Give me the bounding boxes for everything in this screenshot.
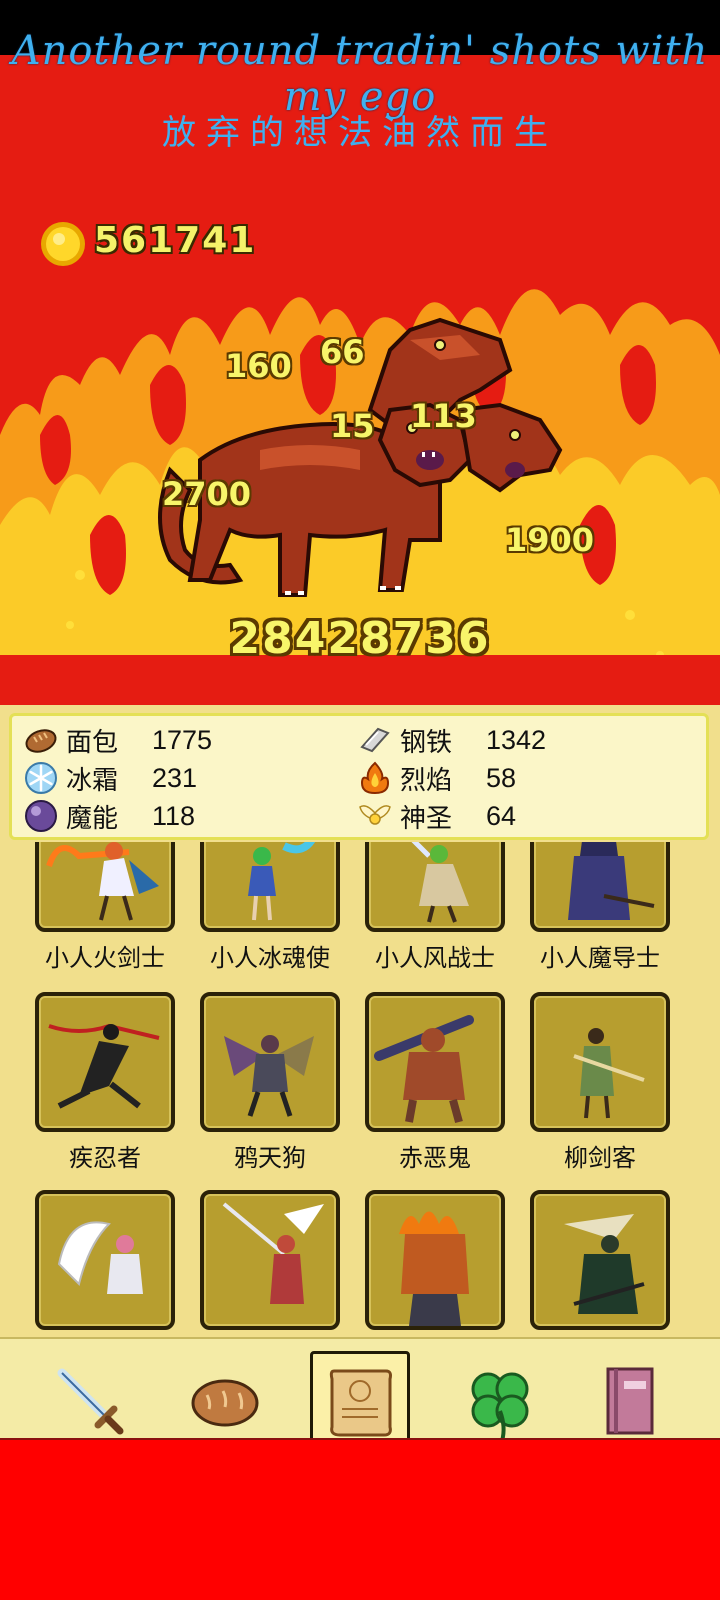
hero-name: 赤恶鬼 — [399, 1144, 471, 1172]
resource-magic: 魔能 118 — [24, 797, 195, 835]
damage-number: 2700 — [162, 475, 252, 513]
hero-name: 小人火剑士 — [45, 944, 165, 972]
resource-value: 231 — [152, 762, 198, 793]
hero-valkyrie-portrait — [222, 1202, 324, 1304]
gold-amount: 561741 — [94, 220, 257, 261]
hero-name: 小人冰魂使 — [210, 944, 330, 972]
hero-card-crow-tengu[interactable] — [200, 992, 340, 1132]
hero-card-swift-ninja[interactable] — [35, 992, 175, 1132]
hero-card-wind-warrior[interactable] — [365, 842, 505, 932]
hero-card-ice-soul-mage[interactable] — [200, 842, 340, 932]
snowflake-icon — [25, 762, 57, 794]
resource-steel: 钢铁 1342 — [358, 721, 546, 759]
boss-hp-counter: 28428736 — [229, 613, 491, 664]
resource-name: 面包 — [66, 727, 119, 758]
bottom-nav-bar — [0, 1337, 720, 1451]
damage-number: 160 — [225, 347, 292, 385]
steel-ingot-icon — [360, 727, 390, 753]
hero-name: 鸦天狗 — [234, 1144, 306, 1172]
damage-number: 113 — [410, 397, 477, 435]
flame-icon — [360, 761, 390, 795]
hero-card-red-demon[interactable] — [365, 992, 505, 1132]
bread-icon — [25, 729, 57, 753]
damage-number: 1900 — [505, 521, 595, 559]
hero-card-fire-swordsman[interactable] — [35, 842, 175, 932]
hero-winged-angel-portrait — [57, 1221, 143, 1294]
lyric-line-2: 放弃的想法油然而生 — [162, 113, 558, 153]
hero-willow-swordsman-portrait — [573, 1028, 645, 1119]
resource-name: 冰霜 — [66, 765, 119, 796]
resource-holy: 神圣 64 — [358, 797, 516, 835]
resources-panel: 面包 1775 钢铁 1342 冰霜 231 烈焰 58 魔能 118 神圣 6… — [9, 713, 709, 840]
hero-lava-golem-portrait — [399, 1211, 469, 1326]
hero-swift-ninja-portrait — [48, 1023, 160, 1109]
hero-name: 疾忍者 — [69, 1144, 141, 1172]
resource-name: 神圣 — [400, 803, 453, 834]
resource-value: 118 — [152, 800, 196, 831]
nav-bread-icon[interactable] — [175, 1351, 275, 1451]
damage-number: 66 — [320, 333, 365, 371]
hero-magic-guide-portrait — [568, 842, 655, 920]
hero-red-demon-portrait — [374, 1015, 474, 1124]
nav-clover-icon[interactable] — [450, 1351, 550, 1451]
hero-wind-warrior-portrait — [411, 842, 469, 923]
bottom-red-area — [0, 1440, 720, 1600]
nav-book-icon[interactable] — [580, 1351, 680, 1451]
resource-value: 58 — [486, 762, 517, 793]
hero-card-magic-guide[interactable] — [530, 842, 670, 932]
hero-grid: 小人火剑士 小人冰魂使 小人风战士 小人魔导士 疾忍者 鸦天狗 赤恶鬼 柳剑客 — [0, 842, 720, 1337]
hero-name: 柳剑客 — [564, 1144, 636, 1172]
hero-ice-soul-mage-portrait — [248, 842, 316, 921]
resource-name: 钢铁 — [400, 727, 453, 758]
hero-dark-ronin-portrait — [564, 1214, 645, 1314]
holy-wings-icon — [359, 805, 391, 825]
magic-orb-icon — [25, 800, 57, 832]
gold-coin-icon — [41, 222, 85, 266]
resource-value: 64 — [486, 800, 517, 831]
resource-name: 魔能 — [66, 803, 119, 834]
hero-crow-tengu-portrait — [224, 1035, 314, 1117]
resource-flame: 烈焰 58 — [358, 759, 516, 797]
resource-name: 烈焰 — [400, 765, 453, 796]
resource-frost: 冰霜 231 — [24, 759, 197, 797]
hero-card-willow-swordsman[interactable] — [530, 992, 670, 1132]
hero-card-dark-ronin[interactable] — [530, 1190, 670, 1330]
hero-card-valkyrie[interactable] — [200, 1190, 340, 1330]
resource-value: 1342 — [486, 724, 547, 755]
hero-name: 小人魔导士 — [540, 944, 660, 972]
nav-sword-icon[interactable] — [40, 1351, 140, 1451]
hero-card-lava-golem[interactable] — [365, 1190, 505, 1330]
damage-number: 15 — [330, 407, 375, 445]
hero-name: 小人风战士 — [375, 944, 495, 972]
hero-card-winged-angel[interactable] — [35, 1190, 175, 1330]
resource-bread: 面包 1775 — [24, 721, 212, 759]
resource-value: 1775 — [152, 724, 213, 755]
nav-scroll-icon[interactable] — [310, 1351, 410, 1451]
hero-fire-swordsman-portrait — [46, 842, 159, 921]
